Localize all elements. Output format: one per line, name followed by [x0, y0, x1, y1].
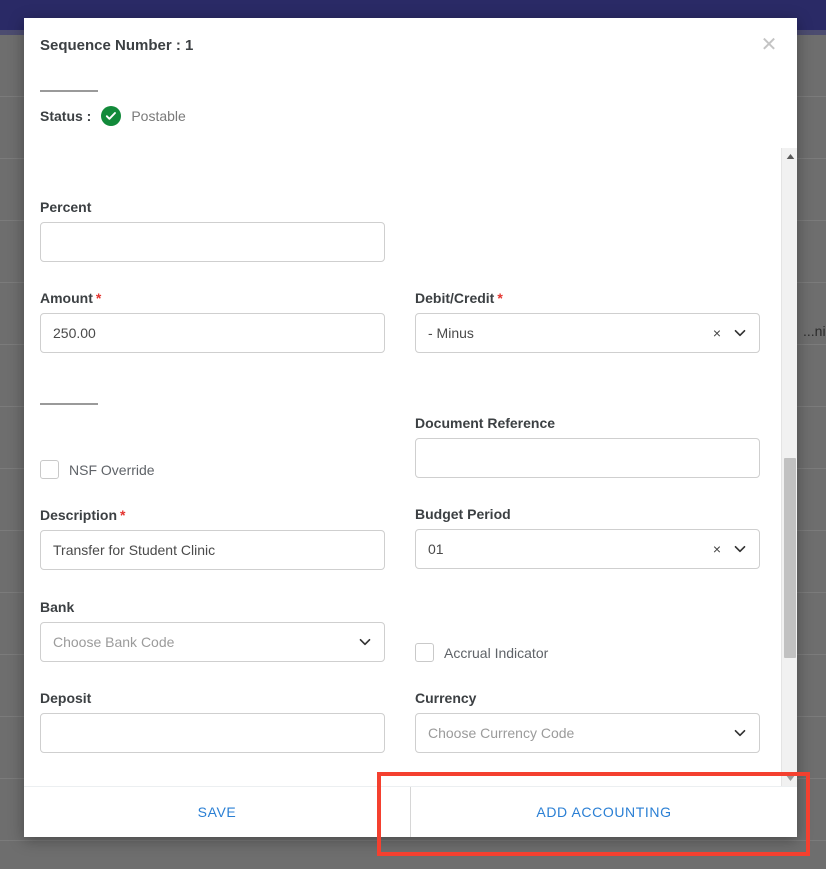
budget-period-value: 01 [428, 541, 444, 557]
scrollbar-thumb[interactable] [784, 458, 796, 658]
status-value: Postable [131, 108, 186, 124]
save-button[interactable]: SAVE [24, 787, 410, 837]
dialog-scrollbar[interactable] [781, 148, 797, 786]
accounting-form: Percent Amount* Debit/Credit* - Minus × [24, 148, 797, 786]
debit-credit-label: Debit/Credit * [415, 290, 503, 306]
dialog-footer: SAVE ADD ACCOUNTING [24, 786, 797, 837]
field-description: Description * [40, 507, 385, 570]
sequence-number-title: Sequence Number : 1 [40, 37, 194, 54]
debit-credit-select[interactable]: - Minus × [415, 313, 760, 353]
percent-input[interactable] [40, 222, 385, 262]
bank-select[interactable]: Choose Bank Code [40, 622, 385, 662]
field-debit-credit: Debit/Credit * - Minus × [415, 290, 760, 353]
document-reference-label: Document Reference [415, 415, 556, 431]
chevron-down-icon[interactable] [734, 727, 746, 739]
accrual-indicator-label: Accrual Indicator [444, 644, 549, 661]
currency-value: Choose Currency Code [428, 725, 575, 741]
scroll-down-arrow-icon[interactable] [782, 770, 797, 786]
status-label: Status : [40, 108, 92, 124]
field-document-reference: Document Reference [415, 415, 760, 478]
document-reference-input[interactable] [415, 438, 760, 478]
required-marker: * [95, 290, 102, 306]
description-input[interactable] [40, 530, 385, 570]
field-deposit: Deposit [40, 690, 385, 753]
bank-value: Choose Bank Code [53, 634, 175, 650]
nsf-override-label: NSF Override [69, 461, 155, 478]
field-currency: Currency Choose Currency Code [415, 690, 760, 753]
section-divider [40, 403, 98, 405]
budget-period-select[interactable]: 01 × [415, 529, 760, 569]
chevron-down-icon[interactable] [734, 543, 746, 555]
chevron-down-icon[interactable] [734, 327, 746, 339]
check-circle-icon [101, 106, 122, 126]
field-budget-period: Budget Period 01 × [415, 506, 760, 569]
accrual-indicator-checkbox-row[interactable]: Accrual Indicator [415, 643, 548, 662]
background-column-header: ...nization [803, 323, 826, 339]
field-percent: Percent [40, 199, 385, 262]
currency-label: Currency [415, 690, 477, 706]
required-marker: * [120, 507, 126, 523]
amount-input[interactable] [40, 313, 385, 353]
add-accounting-button[interactable]: ADD ACCOUNTING [411, 787, 797, 837]
clear-icon[interactable]: × [713, 542, 721, 556]
accrual-indicator-checkbox[interactable] [415, 643, 434, 662]
status-row: Status : Postable [40, 106, 186, 126]
field-amount: Amount * [40, 290, 385, 353]
nsf-override-checkbox[interactable] [40, 460, 59, 479]
sequence-detail-dialog: Sequence Number : 1 ✕ Status : Postable … [24, 18, 797, 837]
deposit-input[interactable] [40, 713, 385, 753]
header-divider-top [40, 90, 98, 92]
percent-label: Percent [40, 199, 92, 215]
required-marker: * [497, 290, 503, 306]
nsf-override-checkbox-row[interactable]: NSF Override [40, 460, 155, 479]
budget-period-label: Budget Period [415, 506, 511, 522]
clear-icon[interactable]: × [713, 326, 721, 340]
currency-select[interactable]: Choose Currency Code [415, 713, 760, 753]
amount-label: Amount * [40, 290, 102, 306]
description-label: Description * [40, 507, 126, 523]
chevron-down-icon[interactable] [359, 636, 371, 648]
deposit-label: Deposit [40, 690, 92, 706]
close-icon[interactable]: ✕ [757, 34, 781, 58]
field-bank: Bank Choose Bank Code [40, 599, 385, 662]
bank-label: Bank [40, 599, 75, 615]
dialog-scroll-body: Percent Amount* Debit/Credit* - Minus × [24, 148, 797, 786]
debit-credit-value: - Minus [428, 325, 474, 341]
scroll-up-arrow-icon[interactable] [782, 148, 797, 164]
dialog-header: Sequence Number : 1 ✕ [24, 18, 797, 78]
